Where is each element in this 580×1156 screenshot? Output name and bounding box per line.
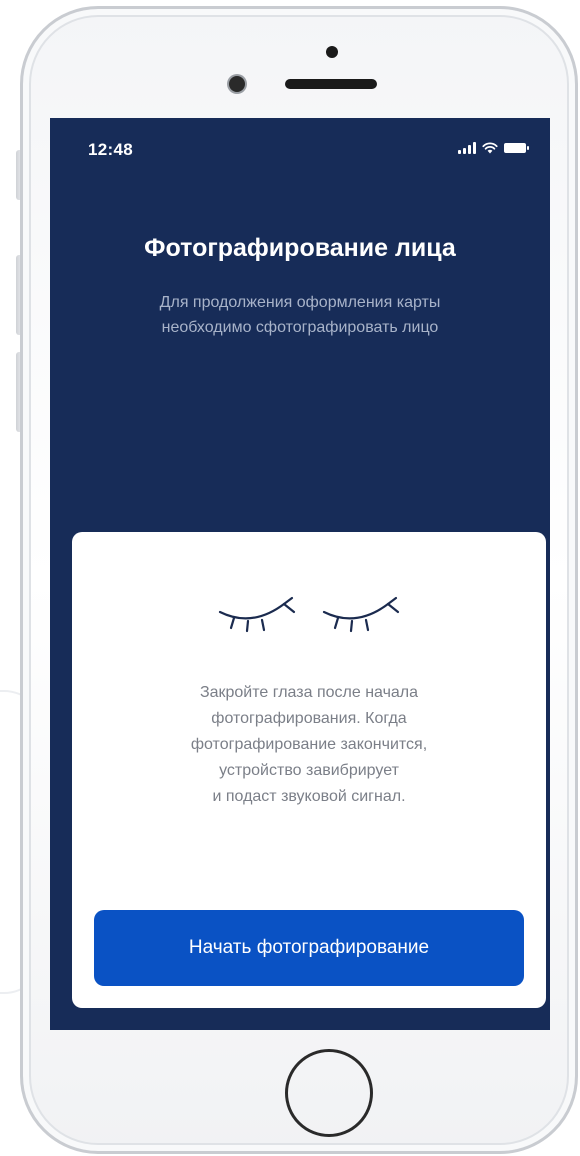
status-bar: 12:48	[50, 118, 550, 178]
start-photo-button[interactable]: Начать фотографирование	[94, 910, 524, 986]
page-subtitle: Для продолжения оформления карты необход…	[159, 294, 441, 336]
wifi-icon	[482, 142, 498, 154]
battery-icon	[504, 142, 530, 154]
stage: 12:48 Фотографирование лица Для продолже…	[0, 0, 580, 1156]
instruction-text: Закройте глаза после начала фотографиров…	[190, 684, 428, 805]
front-camera-icon	[229, 76, 245, 92]
status-time: 12:48	[88, 140, 133, 159]
page-title: Фотографирование лица	[144, 234, 456, 262]
status-icons	[458, 140, 530, 154]
earpiece-speaker	[285, 79, 377, 89]
phone-screen: 12:48 Фотографирование лица Для продолже…	[50, 118, 550, 1030]
home-button[interactable]	[285, 1049, 373, 1137]
proximity-sensor	[326, 46, 338, 58]
closed-eyes-icon	[218, 596, 400, 633]
signal-icon	[458, 142, 476, 154]
instruction-card: Закройте глаза после начала фотографиров…	[72, 532, 546, 1008]
